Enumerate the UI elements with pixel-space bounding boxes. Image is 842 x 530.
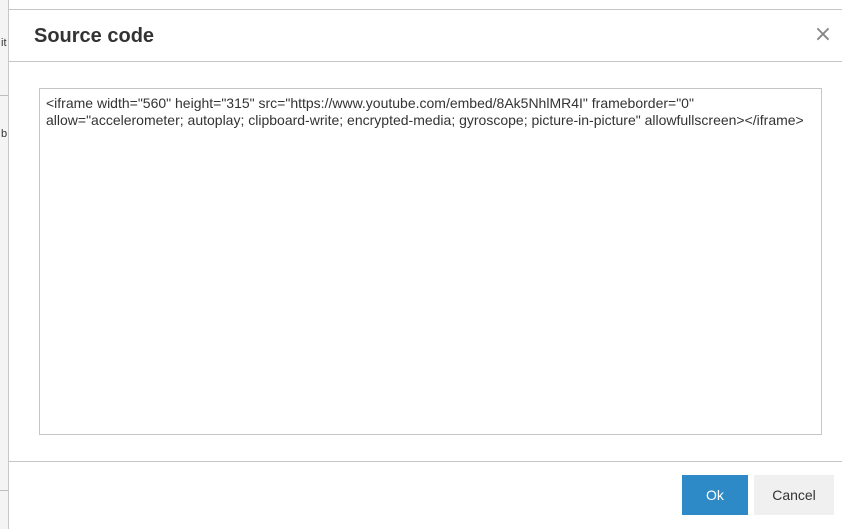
dialog-header: Source code × [9, 10, 842, 62]
background-text-fragment: b [1, 128, 8, 140]
ok-button[interactable]: Ok [682, 475, 748, 515]
source-code-dialog: Source code × <iframe width="560" height… [9, 9, 842, 529]
background-divider [0, 95, 8, 96]
close-icon[interactable]: × [812, 24, 834, 46]
background-page-strip: it b [0, 0, 9, 529]
dialog-footer: Ok Cancel [9, 461, 842, 530]
background-divider [0, 490, 8, 491]
background-text-fragment: it [1, 37, 7, 49]
dialog-title: Source code [34, 25, 155, 47]
dialog-body: <iframe width="560" height="315" src="ht… [9, 62, 842, 462]
cancel-button[interactable]: Cancel [754, 475, 834, 515]
source-code-textarea[interactable]: <iframe width="560" height="315" src="ht… [39, 88, 822, 435]
